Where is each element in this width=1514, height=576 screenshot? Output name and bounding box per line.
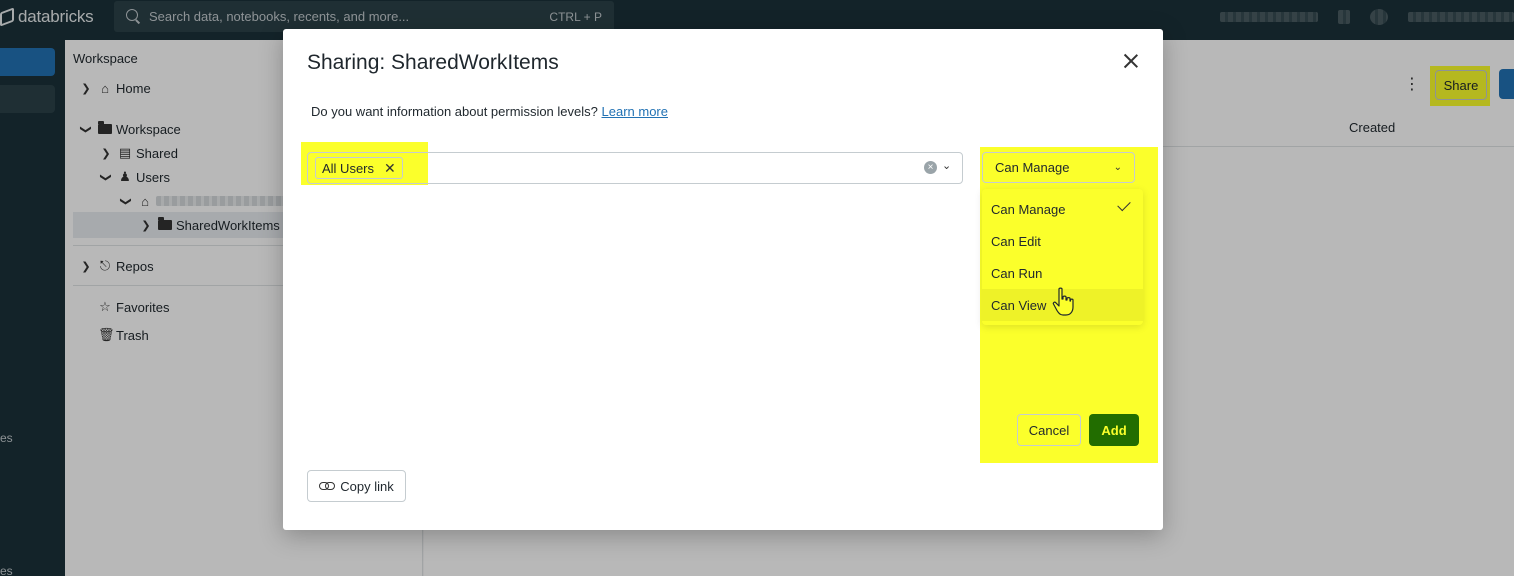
copy-link-label: Copy link xyxy=(340,478,394,494)
clear-input-icon[interactable]: × xyxy=(924,161,937,174)
permission-option-can-manage[interactable]: Can Manage xyxy=(982,193,1143,225)
principal-tag: All Users ✕ xyxy=(315,157,403,179)
principal-tag-label: All Users xyxy=(322,160,375,176)
permission-option-label: Can Manage xyxy=(991,201,1066,217)
hand-cursor-icon xyxy=(1052,287,1074,316)
learn-more-link[interactable]: Learn more xyxy=(602,104,668,119)
permission-option-label: Can View xyxy=(991,297,1047,313)
copy-link-button[interactable]: Copy link xyxy=(307,470,406,502)
cancel-button[interactable]: Cancel xyxy=(1017,414,1081,446)
chevron-down-icon[interactable]: ⌄ xyxy=(942,159,951,172)
permission-option-can-edit[interactable]: Can Edit xyxy=(982,225,1143,257)
permission-info: Do you want information about permission… xyxy=(311,104,668,119)
permission-select-value: Can Manage xyxy=(995,160,1070,175)
permission-option-label: Can Edit xyxy=(991,233,1041,249)
permission-info-text: Do you want information about permission… xyxy=(311,104,598,119)
checkmark-icon xyxy=(1117,197,1131,212)
link-icon xyxy=(319,482,336,490)
remove-tag-icon[interactable]: ✕ xyxy=(384,160,396,177)
permission-select[interactable]: Can Manage ⌄ xyxy=(982,152,1135,183)
close-icon[interactable] xyxy=(1121,51,1141,71)
permission-option-label: Can Run xyxy=(991,265,1043,281)
permission-option-can-run[interactable]: Can Run xyxy=(982,257,1143,289)
add-button[interactable]: Add xyxy=(1089,414,1139,446)
sharing-modal: Sharing: SharedWorkItems Do you want inf… xyxy=(283,29,1163,530)
modal-title: Sharing: SharedWorkItems xyxy=(307,51,559,74)
chevron-down-icon: ⌄ xyxy=(1113,162,1122,173)
principal-picker-input[interactable] xyxy=(307,152,963,184)
